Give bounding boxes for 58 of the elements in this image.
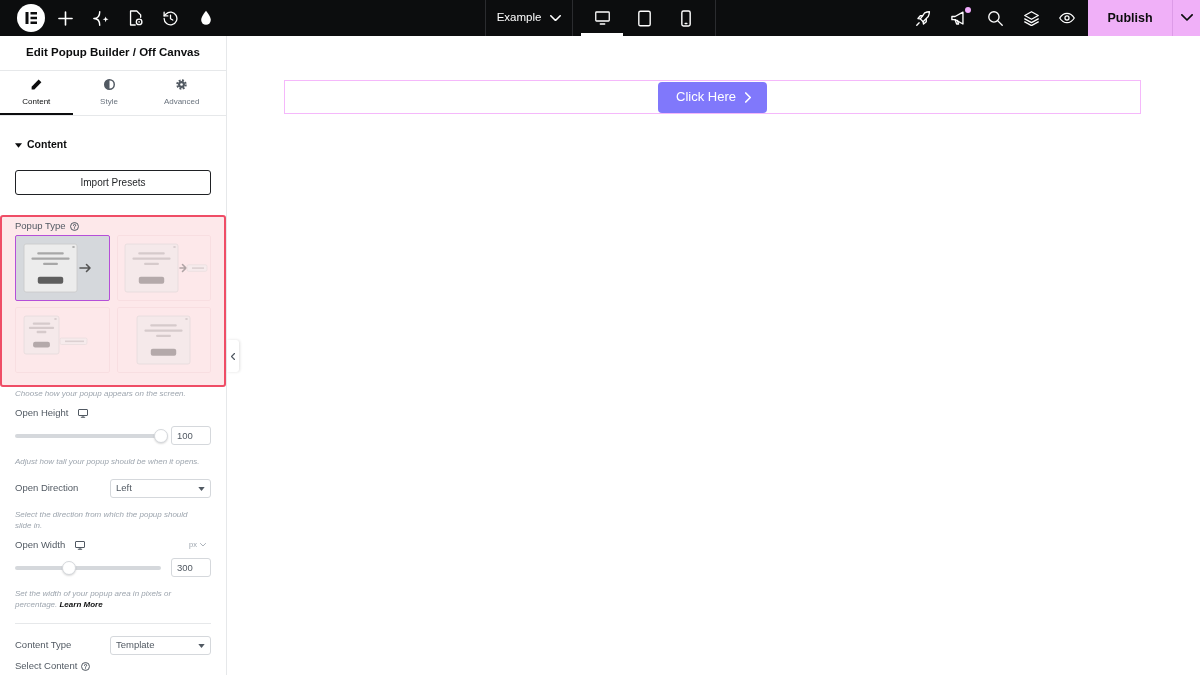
- select-field[interactable]: Template: [110, 636, 211, 655]
- import-presets-button[interactable]: Import Presets: [15, 170, 211, 195]
- page-settings-icon[interactable]: [128, 10, 143, 26]
- sparkle-icon[interactable]: [92, 10, 109, 26]
- logo-icon[interactable]: [17, 4, 45, 32]
- page-selector[interactable]: Example: [496, 9, 562, 27]
- contrast-icon: [103, 78, 115, 90]
- publish-button[interactable]: Publish: [1088, 0, 1172, 36]
- select-field[interactable]: Left: [110, 479, 211, 498]
- panel-tab[interactable]: Advanced: [145, 71, 218, 115]
- search-icon[interactable]: [987, 10, 1003, 26]
- chevron-down-icon: [200, 543, 206, 547]
- mobile-icon: [681, 9, 691, 27]
- field-label: Select Content: [15, 658, 78, 673]
- rocket-icon[interactable]: [915, 10, 931, 26]
- history-icon[interactable]: [163, 10, 178, 26]
- panel-tab[interactable]: Style: [72, 71, 146, 115]
- gear-icon: [176, 78, 188, 90]
- canvas-section[interactable]: Click Here: [284, 80, 1141, 114]
- slider-thumb[interactable]: [154, 428, 168, 443]
- learn-more-link[interactable]: Learn More: [59, 600, 103, 609]
- click-here-button[interactable]: Click Here: [658, 81, 767, 113]
- field-label: Open Height: [15, 405, 69, 420]
- layers-icon[interactable]: [1023, 10, 1039, 26]
- popup-bar-icon: [23, 315, 88, 355]
- field-label: Popup Type: [15, 218, 66, 233]
- help-text: Select the direction from which the popup should slide in.: [15, 509, 189, 531]
- chevron-right-icon: [745, 91, 751, 103]
- pencil-icon: [30, 78, 42, 90]
- field-label: Content Type: [15, 638, 72, 653]
- help-text: Set the width of your popup area in pixels or percentage. Learn More: [15, 588, 173, 610]
- popup-type-option[interactable]: [15, 235, 110, 301]
- publish-options-button[interactable]: [1172, 0, 1200, 36]
- help-text: Adjust how tall your popup should be when it opens.: [15, 456, 201, 467]
- help-text: Choose how your popup appears on the screen.: [15, 388, 187, 399]
- number-field[interactable]: 100: [171, 426, 211, 445]
- panel-collapse-handle[interactable]: [227, 340, 239, 372]
- megaphone-icon[interactable]: [951, 10, 967, 26]
- popup-window-icon: [136, 315, 192, 365]
- section-toggle[interactable]: Content: [15, 137, 67, 153]
- popup-arrow-bar-icon: [123, 243, 208, 293]
- droplet-icon[interactable]: [199, 10, 212, 26]
- desktop-icon: [594, 11, 610, 25]
- field-label: Open Width: [15, 537, 66, 552]
- chevron-left-icon: [231, 352, 235, 360]
- number-field[interactable]: 300: [171, 558, 211, 577]
- caret-icon: [198, 643, 205, 648]
- eye-icon[interactable]: [1059, 12, 1075, 24]
- caret-icon: [198, 486, 205, 491]
- popup-arrow-icon: [23, 243, 92, 293]
- plus-icon[interactable]: [58, 10, 73, 26]
- chevron-down-icon: [1180, 14, 1193, 22]
- chevron-down-icon: [550, 14, 562, 22]
- tablet-icon: [637, 9, 651, 27]
- field-label: Open Direction: [15, 481, 79, 496]
- panel-title: Edit Popup Builder / Off Canvas: [26, 45, 200, 61]
- panel-tab[interactable]: Content: [0, 71, 73, 115]
- slider-thumb[interactable]: [62, 560, 76, 575]
